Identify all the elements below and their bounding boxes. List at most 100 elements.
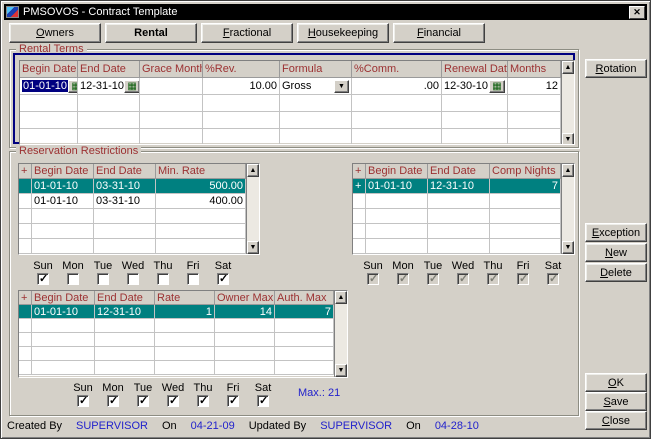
new-button[interactable]: New	[585, 243, 647, 262]
updated-by-label: Updated By	[249, 420, 306, 432]
sun-checkbox[interactable]	[77, 395, 89, 407]
min-rate-empty-row[interactable]	[19, 209, 246, 224]
save-button[interactable]: Save	[585, 392, 647, 411]
wed-checkbox	[457, 273, 469, 285]
wed-checkbox[interactable]	[167, 395, 179, 407]
audit-footer: Created By SUPERVISOR On 04-21-09 Update…	[7, 420, 479, 432]
comp-nights-row-selected[interactable]: + 01-01-10 12-31-10 7	[353, 179, 561, 194]
thu-checkbox	[487, 273, 499, 285]
min-rate-grid: + Begin Date End Date Min. Rate 01-01-10…	[18, 163, 260, 255]
tue-checkbox	[427, 273, 439, 285]
rental-grid-empty-row[interactable]	[20, 112, 561, 129]
sun-checkbox[interactable]	[37, 273, 49, 285]
owner-max-empty-row[interactable]	[19, 361, 334, 375]
calendar-icon[interactable]: ▦	[124, 80, 140, 93]
comp-nights-empty-row[interactable]	[353, 224, 561, 239]
comp-nights-day-checkboxes: Sun Mon Tue Wed Thu Fri Sat	[358, 260, 568, 285]
min-rate-empty-row[interactable]	[19, 224, 246, 239]
rental-grid-empty-row[interactable]	[20, 95, 561, 112]
formula-cell: Gross ▼	[280, 78, 352, 95]
scroll-down-icon[interactable]: ▼	[335, 364, 347, 377]
months-cell[interactable]: 12	[508, 78, 561, 95]
min-rate-row-selected[interactable]: 01-01-10 03-31-10 500.00	[19, 179, 246, 194]
thu-checkbox[interactable]	[197, 395, 209, 407]
owner-max-empty-row[interactable]	[19, 347, 334, 361]
pct-rev-cell[interactable]: 10.00	[203, 78, 280, 95]
owner-max-empty-row[interactable]	[19, 319, 334, 333]
tue-checkbox[interactable]	[137, 395, 149, 407]
exception-button[interactable]: Exception	[585, 223, 647, 242]
created-by-label: Created By	[7, 420, 62, 432]
owner-max-row-selected[interactable]: 01-01-10 12-31-10 1 14 7	[19, 305, 334, 319]
delete-button[interactable]: Delete	[585, 263, 647, 282]
owner-max-day-checkboxes: Sun Mon Tue Wed Thu Fri Sat	[68, 382, 278, 407]
tab-owners[interactable]: Owners	[9, 23, 101, 43]
rental-grid-empty-row[interactable]	[20, 129, 561, 145]
sat-checkbox[interactable]	[217, 273, 229, 285]
close-icon[interactable]: ✕	[629, 6, 645, 19]
scroll-down-icon[interactable]: ▼	[562, 241, 574, 254]
tab-rental[interactable]: Rental	[105, 23, 197, 43]
fri-checkbox	[517, 273, 529, 285]
app-icon	[6, 6, 19, 18]
scroll-up-icon[interactable]: ▲	[562, 164, 574, 177]
sun-checkbox	[367, 273, 379, 285]
ok-button[interactable]: OK	[585, 373, 647, 392]
fri-checkbox[interactable]	[227, 395, 239, 407]
rental-terms-grid: Begin Date End Date Grace Months %Rev. F…	[19, 60, 575, 145]
mon-checkbox[interactable]	[107, 395, 119, 407]
begin-date-cell: 01-01-10 ▦	[20, 78, 78, 95]
grace-months-cell[interactable]	[140, 78, 203, 95]
mon-checkbox[interactable]	[67, 273, 79, 285]
pct-comm-cell[interactable]: .00	[352, 78, 442, 95]
tab-housekeeping[interactable]: Housekeeping	[297, 23, 389, 43]
scroll-up-icon[interactable]: ▲	[247, 164, 259, 177]
wed-checkbox[interactable]	[127, 273, 139, 285]
created-on-value: 04-21-09	[191, 420, 235, 432]
owner-max-empty-row[interactable]	[19, 333, 334, 347]
created-by-value: SUPERVISOR	[76, 420, 148, 432]
scroll-down-icon[interactable]: ▼	[562, 133, 574, 145]
calendar-icon[interactable]: ▦	[68, 80, 78, 93]
updated-on-label: On	[406, 420, 421, 432]
comp-nights-scrollbar[interactable]: ▲ ▼	[561, 164, 574, 254]
min-rate-empty-row[interactable]	[19, 239, 246, 254]
chevron-down-icon[interactable]: ▼	[334, 80, 349, 93]
rotation-button[interactable]: Rotation	[585, 59, 647, 78]
tue-checkbox[interactable]	[97, 273, 109, 285]
min-rate-grid-header: + Begin Date End Date Min. Rate	[19, 164, 246, 179]
created-on-label: On	[162, 420, 177, 432]
scroll-up-icon[interactable]: ▲	[562, 61, 574, 74]
calendar-icon[interactable]: ▦	[489, 80, 505, 93]
scroll-up-icon[interactable]: ▲	[335, 291, 347, 304]
comp-nights-empty-row[interactable]	[353, 194, 561, 209]
sat-checkbox	[547, 273, 559, 285]
sat-checkbox[interactable]	[257, 395, 269, 407]
reservation-restrictions-title: Reservation Restrictions	[16, 145, 141, 157]
mon-checkbox	[397, 273, 409, 285]
comp-nights-empty-row[interactable]	[353, 209, 561, 224]
fri-checkbox[interactable]	[187, 273, 199, 285]
formula-value: Gross	[282, 80, 311, 92]
tab-financial[interactable]: Financial	[393, 23, 485, 43]
rental-terms-group: Rental Terms Begin Date End Date Grace M…	[9, 49, 579, 148]
rental-grid-row[interactable]: 01-01-10 ▦ 12-31-10 ▦ 10.00 Gross	[20, 78, 561, 95]
end-date-cell: 12-31-10 ▦	[78, 78, 140, 95]
updated-by-value: SUPERVISOR	[320, 420, 392, 432]
close-button[interactable]: Close	[585, 411, 647, 430]
comp-nights-grid: + Begin Date End Date Comp Nights + 01-0…	[352, 163, 575, 255]
owner-max-grid: + Begin Date End Date Rate Owner Max Aut…	[18, 290, 348, 378]
tab-bar: Owners Rental Fractional Housekeeping Fi…	[9, 23, 485, 43]
rental-grid-scrollbar[interactable]: ▲ ▼	[561, 61, 574, 145]
tab-fractional[interactable]: Fractional	[201, 23, 293, 43]
thu-checkbox[interactable]	[157, 273, 169, 285]
end-date-value: 12-31-10	[80, 80, 124, 92]
comp-nights-empty-row[interactable]	[353, 239, 561, 254]
updated-on-value: 04-28-10	[435, 420, 479, 432]
owner-max-scrollbar[interactable]: ▲ ▼	[334, 291, 347, 377]
min-rate-row[interactable]: 01-01-10 03-31-10 400.00	[19, 194, 246, 209]
scroll-down-icon[interactable]: ▼	[247, 241, 259, 254]
min-rate-scrollbar[interactable]: ▲ ▼	[246, 164, 259, 254]
rental-terms-frame: Begin Date End Date Grace Months %Rev. F…	[13, 53, 575, 144]
comp-nights-grid-header: + Begin Date End Date Comp Nights	[353, 164, 561, 179]
